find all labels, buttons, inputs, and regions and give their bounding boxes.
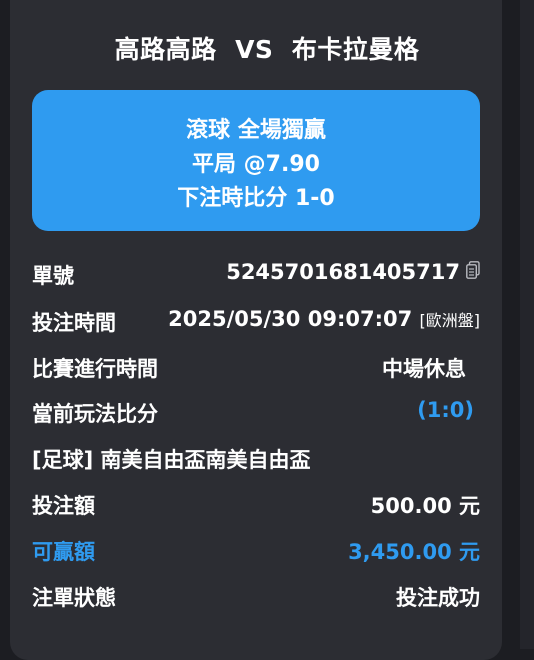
league-name: [足球] 南美自由盃南美自由盃 xyxy=(32,448,311,472)
bet-summary-box: 滾球 全場獨贏 平局 @7.90 下注時比分 1-0 xyxy=(32,90,480,231)
stake-amount: 500.00 元 xyxy=(370,494,480,518)
bet-selection: 平局 @7.90 xyxy=(192,152,320,177)
order-number: 5245701681405717 xyxy=(226,260,460,284)
match-time: 中場休息 xyxy=(382,357,466,381)
current-score: (1:0) xyxy=(417,398,474,422)
current-score-label: 當前玩法比分 xyxy=(32,402,158,426)
bet-time-row: 投注時間 2025/05/30 09:07:07 [歐洲盤] xyxy=(32,307,480,337)
status-value: 投注成功 xyxy=(396,586,480,610)
market-tag: [歐洲盤] xyxy=(419,311,481,330)
status-label: 注單狀態 xyxy=(32,586,116,610)
bet-time: 2025/05/30 09:07:07 xyxy=(168,307,413,331)
match-time-row: 比賽進行時間 中場休息 xyxy=(32,353,480,383)
order-number-label: 單號 xyxy=(32,264,74,288)
status-row: 注單狀態 投注成功 xyxy=(32,582,480,612)
bet-time-value-group: 2025/05/30 09:07:07 [歐洲盤] xyxy=(168,307,480,331)
payout-amount: 3,450.00 元 xyxy=(348,540,480,564)
home-team: 高路高路 xyxy=(114,35,217,64)
match-title: 高路高路 VS 布卡拉曼格 xyxy=(0,30,534,66)
side-strip xyxy=(520,0,534,649)
stake-row: 投注額 500.00 元 xyxy=(32,490,480,520)
payout-label: 可贏額 xyxy=(32,540,95,564)
copy-icon[interactable] xyxy=(466,261,480,279)
vs-label: VS xyxy=(235,35,274,64)
match-time-label: 比賽進行時間 xyxy=(32,357,158,381)
order-number-value-group: 5245701681405717 xyxy=(226,260,480,284)
payout-row: 可贏額 3,450.00 元 xyxy=(32,536,480,566)
bet-time-label: 投注時間 xyxy=(32,311,116,335)
score-at-bet: 下注時比分 1-0 xyxy=(177,186,335,211)
stake-label: 投注額 xyxy=(32,494,95,518)
league-row: [足球] 南美自由盃南美自由盃 xyxy=(32,444,480,474)
order-number-row: 單號 5245701681405717 xyxy=(32,260,480,290)
away-team: 布卡拉曼格 xyxy=(291,35,420,64)
current-score-row: 當前玩法比分 (1:0) xyxy=(32,398,480,428)
bet-type: 滾球 全場獨贏 xyxy=(186,118,326,143)
